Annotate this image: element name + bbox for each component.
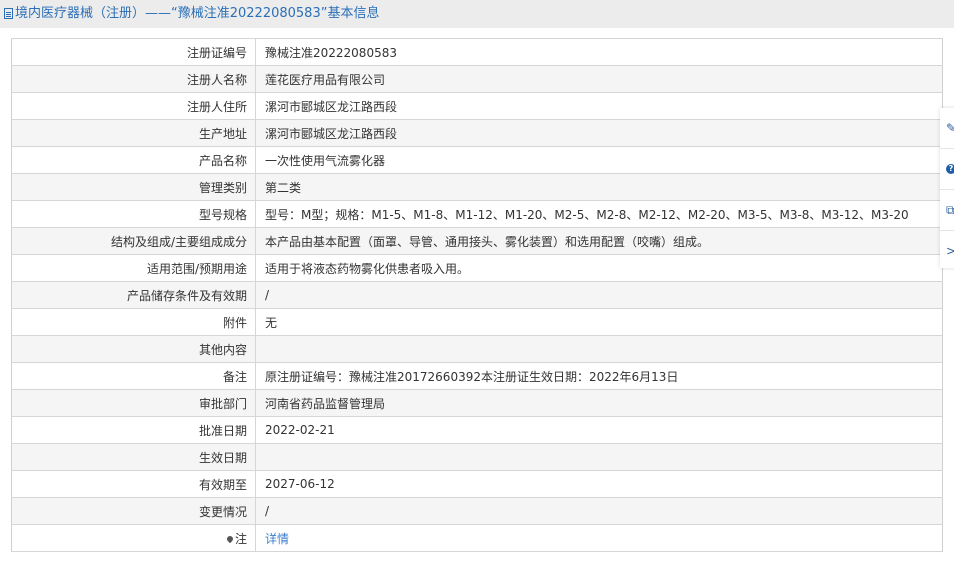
row-label: 注册人名称 — [11, 65, 256, 93]
page-title: 境内医疗器械（注册）——“豫械注准20222080583”基本信息 — [0, 0, 954, 28]
chevron-right-icon[interactable]: > — [940, 231, 954, 271]
row-label: 产品名称 — [11, 146, 256, 174]
copy-icon[interactable]: ⧉ — [940, 190, 954, 231]
table-row: 附件无 — [11, 308, 943, 336]
table-row: 产品储存条件及有效期 / — [11, 281, 943, 309]
help-icon[interactable]: ? — [940, 149, 954, 190]
row-label: 批准日期 — [11, 416, 256, 444]
row-value: 原注册证编号：豫械注准20172660392本注册证生效日期：2022年6月13… — [255, 362, 943, 390]
table-row: 注册证编号 豫械注准20222080583 — [11, 38, 943, 66]
table-row: 适用范围/预期用途 适用于将液态药物雾化供患者吸入用。 — [11, 254, 943, 282]
row-label: 结构及组成/主要组成成分 — [11, 227, 256, 255]
row-value: 第二类 — [255, 173, 943, 201]
row-value: 河南省药品监督管理局 — [255, 389, 943, 417]
row-value: 无 — [255, 308, 943, 336]
floating-toolbar: ✎ ? ⧉ > — [940, 108, 954, 268]
row-label: 适用范围/预期用途 — [11, 254, 256, 282]
row-value: 本产品由基本配置（面罩、导管、通用接头、雾化装置）和选用配置（咬嘴）组成。 — [255, 227, 943, 255]
row-value: 适用于将液态药物雾化供患者吸入用。 — [255, 254, 943, 282]
row-value: 一次性使用气流雾化器 — [255, 146, 943, 174]
row-value: 型号：M型；规格：M1-5、M1-8、M1-12、M1-20、M2-5、M2-8… — [255, 200, 943, 228]
row-label: 备注 — [11, 362, 256, 390]
row-value: 漯河市郾城区龙江路西段 — [255, 92, 943, 120]
note-label: 注 — [234, 531, 247, 546]
table-row: 注册人名称 莲花医疗用品有限公司 — [11, 65, 943, 93]
row-label: 有效期至 — [11, 470, 256, 498]
row-label: 审批部门 — [11, 389, 256, 417]
row-value: 莲花医疗用品有限公司 — [255, 65, 943, 93]
edit-icon[interactable]: ✎ — [940, 108, 954, 149]
table-row: 备注 原注册证编号：豫械注准20172660392本注册证生效日期：2022年6月… — [11, 362, 943, 390]
row-value: / — [255, 497, 943, 525]
table-row: 注册人住所 漯河市郾城区龙江路西段 — [11, 92, 943, 120]
row-label: 变更情况 — [11, 497, 256, 525]
table-row: 有效期至 2027-06-12 — [11, 470, 943, 498]
table-row-note: 注 详情 — [11, 524, 943, 552]
pin-icon — [225, 534, 235, 543]
table-row: 产品名称 一次性使用气流雾化器 — [11, 146, 943, 174]
table-row: 批准日期 2022-02-21 — [11, 416, 943, 444]
table-row: 结构及组成/主要组成成分 本产品由基本配置（面罩、导管、通用接头、雾化装置）和选用… — [11, 227, 943, 255]
row-label: 生产地址 — [11, 119, 256, 147]
row-label: 其他内容 — [11, 335, 256, 363]
table-row: 管理类别 第二类 — [11, 173, 943, 201]
row-value: / — [255, 281, 943, 309]
details-link[interactable]: 详情 — [265, 532, 289, 546]
row-label: 注 — [11, 524, 256, 552]
row-value — [255, 335, 943, 363]
table-row: 其他内容 — [11, 335, 943, 363]
table-row: 变更情况 / — [11, 497, 943, 525]
table-row: 生产地址 漯河市郾城区龙江路西段 — [11, 119, 943, 147]
table-row: 审批部门 河南省药品监督管理局 — [11, 389, 943, 417]
row-label: 注册证编号 — [11, 38, 256, 66]
row-value: 2022-02-21 — [255, 416, 943, 444]
table-row: 生效日期 — [11, 443, 943, 471]
row-label: 型号规格 — [11, 200, 256, 228]
info-table: 注册证编号 豫械注准20222080583 注册人名称 莲花医疗用品有限公司 注册人住所… — [11, 38, 943, 552]
table-row: 型号规格 型号：M型；规格：M1-5、M1-8、M1-12、M1-20、M2-5、… — [11, 200, 943, 228]
row-value — [255, 443, 943, 471]
row-label: 产品储存条件及有效期 — [11, 281, 256, 309]
document-icon — [4, 8, 13, 19]
row-label: 附件 — [11, 308, 256, 336]
page-title-text: 境内医疗器械（注册）——“豫械注准20222080583”基本信息 — [15, 6, 380, 21]
row-value: 详情 — [255, 524, 943, 552]
row-label: 注册人住所 — [11, 92, 256, 120]
row-value: 2027-06-12 — [255, 470, 943, 498]
help-glyph: ? — [946, 164, 954, 174]
row-value: 漯河市郾城区龙江路西段 — [255, 119, 943, 147]
row-value: 豫械注准20222080583 — [255, 38, 943, 66]
row-label: 生效日期 — [11, 443, 256, 471]
row-label: 管理类别 — [11, 173, 256, 201]
